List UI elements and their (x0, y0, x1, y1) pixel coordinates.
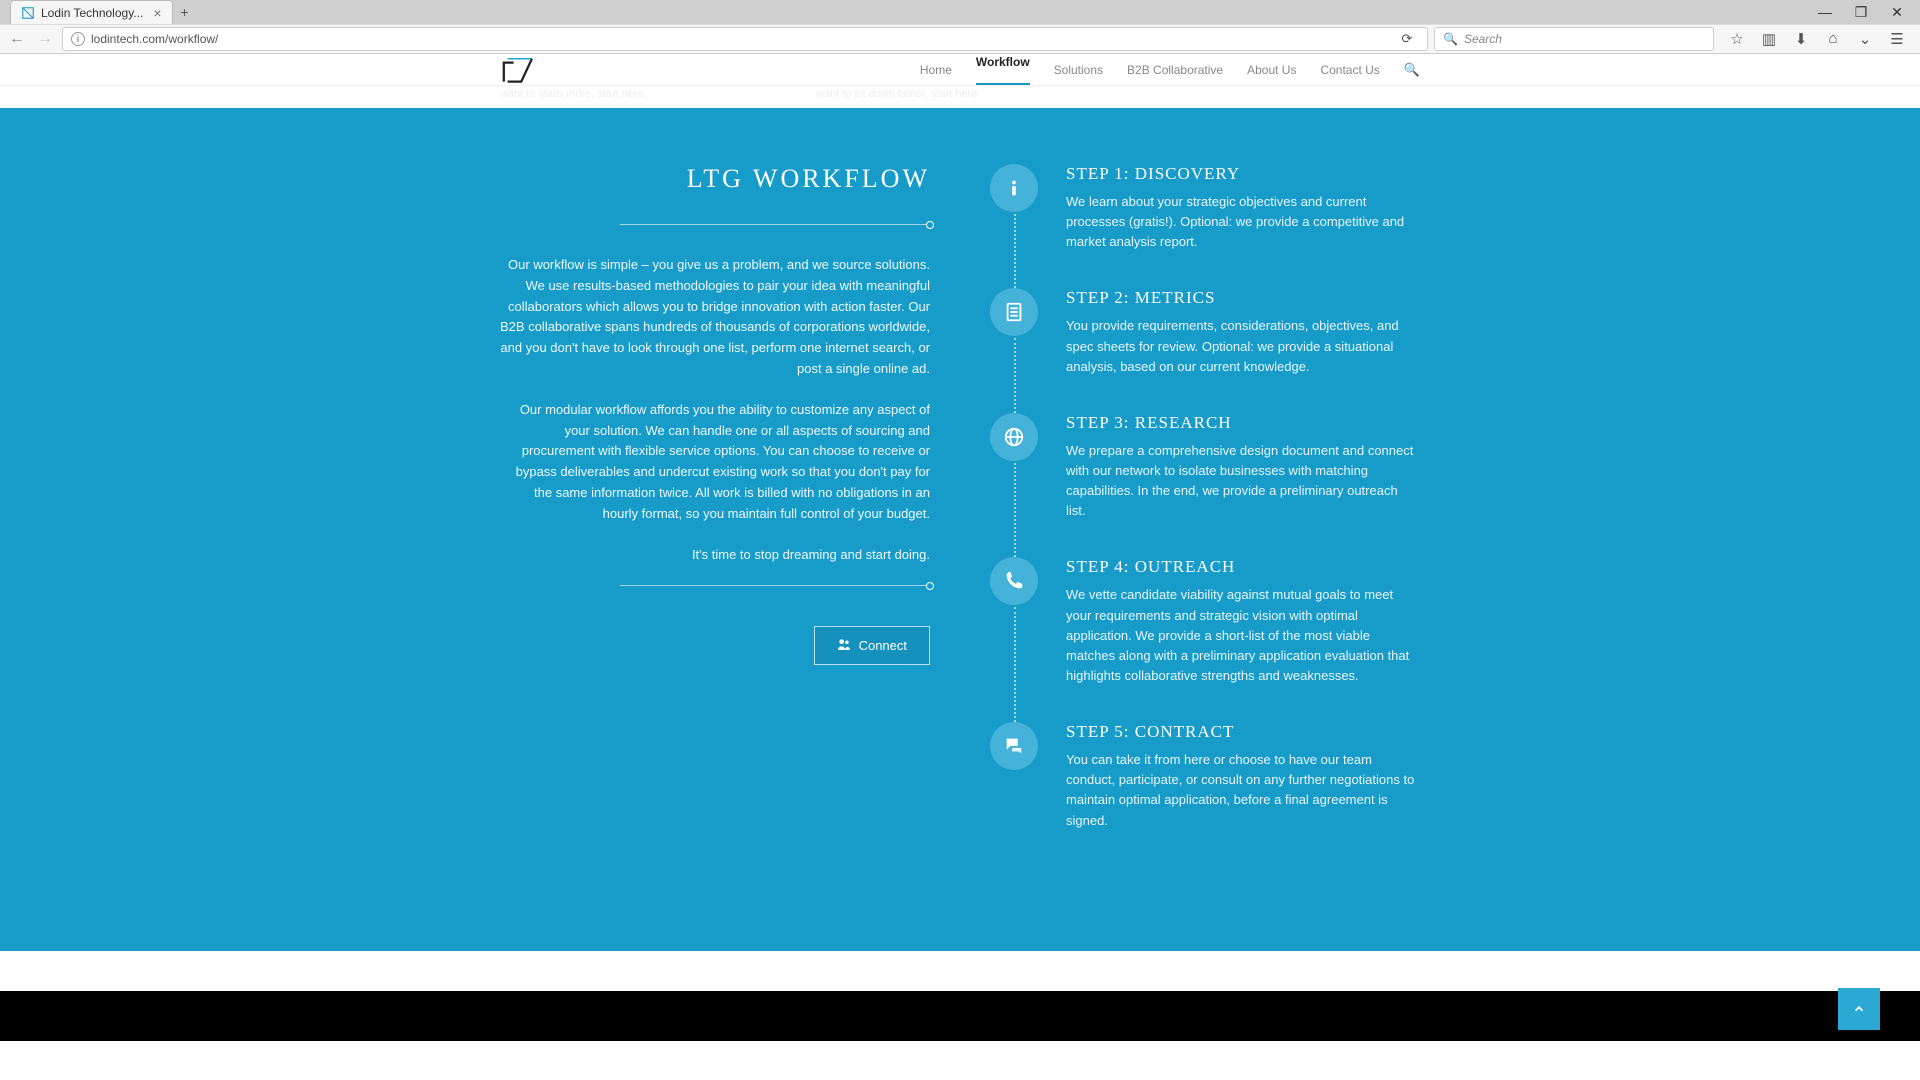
step-text: You provide requirements, considerations… (1066, 316, 1420, 376)
tab-title: Lodin Technology... (41, 6, 143, 20)
url-field[interactable]: i lodintech.com/workflow/ ⟳ (62, 27, 1428, 51)
workflow-title: LTG WORKFLOW (500, 164, 930, 194)
nav-workflow[interactable]: Workflow (976, 55, 1030, 85)
tab-bar: Lodin Technology... × + — ❐ ✕ (0, 0, 1920, 24)
info-icon (990, 164, 1038, 212)
forward-button: → (34, 28, 56, 50)
search-field[interactable]: 🔍 Search (1434, 27, 1714, 51)
document-icon (990, 288, 1038, 336)
step-text: We learn about your strategic objectives… (1066, 192, 1420, 252)
step-title: STEP 1: DISCOVERY (1066, 164, 1420, 184)
nav-solutions[interactable]: Solutions (1054, 63, 1103, 77)
step-text: We prepare a comprehensive design docume… (1066, 441, 1420, 522)
remnant-text: want to learn more, start here. want to … (500, 86, 1420, 108)
url-text: lodintech.com/workflow/ (91, 32, 218, 46)
workflow-para-3: It's time to stop dreaming and start doi… (500, 545, 930, 566)
nav-about[interactable]: About Us (1247, 63, 1296, 77)
search-icon: 🔍 (1443, 32, 1458, 46)
step-discovery: STEP 1: DISCOVERY We learn about your str… (990, 164, 1420, 252)
minimize-icon[interactable]: — (1816, 4, 1834, 21)
step-title: STEP 2: METRICS (1066, 288, 1420, 308)
new-tab-button[interactable]: + (173, 4, 197, 20)
remnant-right: want to sit down faster, start here. (816, 88, 980, 100)
site-logo[interactable] (500, 55, 538, 85)
window-controls: — ❐ ✕ (1816, 4, 1920, 21)
step-title: STEP 3: RESEARCH (1066, 413, 1420, 433)
maximize-icon[interactable]: ❐ (1852, 4, 1870, 21)
chat-icon (990, 722, 1038, 770)
connect-label: Connect (859, 638, 907, 653)
browser-tab[interactable]: Lodin Technology... × (10, 0, 173, 24)
workflow-para-2: Our modular workflow affords you the abi… (500, 400, 930, 525)
info-icon[interactable]: i (71, 32, 85, 46)
step-text: We vette candidate viability against mut… (1066, 585, 1420, 686)
step-text: You can take it from here or choose to h… (1066, 750, 1420, 831)
scroll-to-top-button[interactable] (1838, 988, 1880, 1030)
remnant-left: want to learn more, start here. (500, 88, 647, 100)
bookmark-star-icon[interactable]: ☆ (1728, 30, 1746, 48)
step-metrics: STEP 2: METRICS You provide requirements,… (990, 288, 1420, 376)
library-icon[interactable]: ▥ (1760, 30, 1778, 48)
nav-contact[interactable]: Contact Us (1320, 63, 1379, 77)
workflow-intro: LTG WORKFLOW Our workflow is simple – yo… (500, 164, 930, 867)
step-outreach: STEP 4: OUTREACH We vette candidate viabi… (990, 557, 1420, 686)
workflow-section: LTG WORKFLOW Our workflow is simple – yo… (0, 108, 1920, 951)
nav-home[interactable]: Home (920, 63, 952, 77)
home-icon[interactable]: ⌂ (1824, 30, 1842, 48)
phone-icon (990, 557, 1038, 605)
browser-chrome: Lodin Technology... × + — ❐ ✕ ← → i lodi… (0, 0, 1920, 54)
people-icon (837, 637, 851, 654)
pocket-icon[interactable]: ⌄ (1856, 30, 1874, 48)
downloads-icon[interactable]: ⬇ (1792, 30, 1810, 48)
nav-b2b[interactable]: B2B Collaborative (1127, 63, 1223, 77)
nav-search-icon[interactable]: 🔍 (1404, 62, 1420, 78)
step-title: STEP 5: CONTRACT (1066, 722, 1420, 742)
tab-favicon (21, 6, 35, 20)
page-footer (0, 991, 1920, 1041)
step-contract: STEP 5: CONTRACT You can take it from her… (990, 722, 1420, 831)
step-title: STEP 4: OUTREACH (1066, 557, 1420, 577)
globe-icon (990, 413, 1038, 461)
workflow-steps: STEP 1: DISCOVERY We learn about your str… (990, 164, 1420, 867)
address-bar: ← → i lodintech.com/workflow/ ⟳ 🔍 Search… (0, 24, 1920, 54)
workflow-para-1: Our workflow is simple – you give us a p… (500, 255, 930, 380)
divider-decoration (620, 224, 930, 225)
page-viewport: Home Workflow Solutions B2B Collaborativ… (0, 54, 1920, 1080)
close-window-icon[interactable]: ✕ (1888, 4, 1906, 21)
main-nav: Home Workflow Solutions B2B Collaborativ… (920, 55, 1420, 85)
back-button[interactable]: ← (6, 28, 28, 50)
site-header: Home Workflow Solutions B2B Collaborativ… (0, 54, 1920, 86)
page-scroll[interactable]: Home Workflow Solutions B2B Collaborativ… (0, 54, 1920, 1080)
close-icon[interactable]: × (153, 5, 161, 21)
toolbar-icons: ☆ ▥ ⬇ ⌂ ⌄ ☰ (1720, 30, 1914, 48)
connect-button[interactable]: Connect (814, 626, 930, 665)
divider-decoration (620, 585, 930, 586)
white-gap (0, 951, 1920, 991)
search-placeholder: Search (1464, 32, 1502, 46)
step-research: STEP 3: RESEARCH We prepare a comprehensi… (990, 413, 1420, 522)
refresh-icon[interactable]: ⟳ (1395, 31, 1419, 47)
menu-icon[interactable]: ☰ (1888, 30, 1906, 48)
